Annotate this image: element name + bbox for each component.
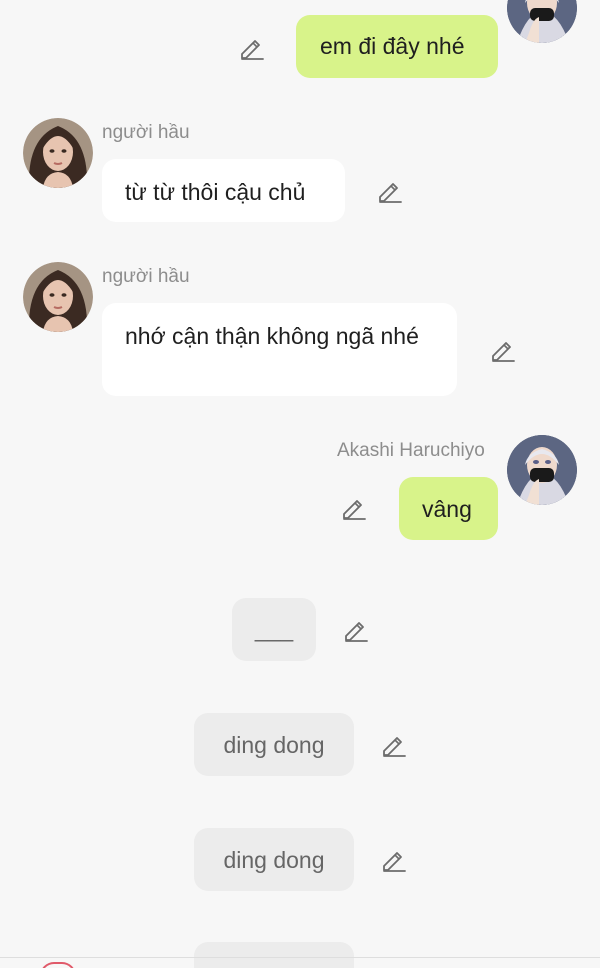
sender-name: Akashi Haruchiyo	[337, 440, 485, 461]
message-text: nhớ cận thận không ngã nhé	[125, 323, 419, 349]
message-text: em đi đây nhé	[320, 33, 465, 59]
edit-message-button[interactable]	[376, 177, 404, 205]
chat-message-npc: nhớ cận thận không ngã nhé	[102, 303, 457, 396]
pencil-edit-icon	[343, 500, 366, 520]
sender-name: người hầu	[102, 122, 190, 143]
chat-message-system-partial	[194, 942, 354, 968]
edit-message-button[interactable]	[380, 731, 408, 759]
chat-message-npc: từ từ thôi cậu chủ	[102, 159, 345, 222]
user-avatar[interactable]	[507, 435, 577, 505]
edit-message-button[interactable]	[342, 616, 370, 644]
pencil-edit-icon	[379, 183, 402, 203]
chat-message-system: ding dong	[194, 828, 354, 891]
edit-message-button[interactable]	[238, 34, 266, 62]
pencil-edit-icon	[383, 852, 406, 872]
pencil-edit-icon	[492, 342, 515, 362]
pencil-edit-icon	[345, 622, 368, 642]
sender-name: người hầu	[102, 266, 190, 287]
chat-message-user: em đi đây nhé	[296, 15, 498, 78]
user-avatar[interactable]	[507, 0, 577, 43]
chat-message-system: ___	[232, 598, 316, 661]
message-text: từ từ thôi cậu chủ	[125, 179, 306, 205]
edit-message-button[interactable]	[340, 494, 368, 522]
pencil-edit-icon	[383, 737, 406, 757]
edit-message-button[interactable]	[489, 336, 517, 364]
chat-message-user: vâng	[399, 477, 498, 540]
input-bar-divider	[0, 957, 600, 958]
message-text: ___	[254, 616, 294, 642]
bottom-bar-icon[interactable]	[40, 962, 76, 968]
message-text: ding dong	[223, 847, 325, 873]
pencil-edit-icon	[241, 40, 264, 60]
edit-message-button[interactable]	[380, 846, 408, 874]
chat-message-system: ding dong	[194, 713, 354, 776]
npc-avatar[interactable]	[23, 118, 93, 188]
chat-screen: em đi đây nhé người hầu từ từ thôi cậu c…	[0, 0, 600, 968]
message-text: ding dong	[223, 732, 325, 758]
message-text: vâng	[422, 496, 472, 522]
npc-avatar[interactable]	[23, 262, 93, 332]
